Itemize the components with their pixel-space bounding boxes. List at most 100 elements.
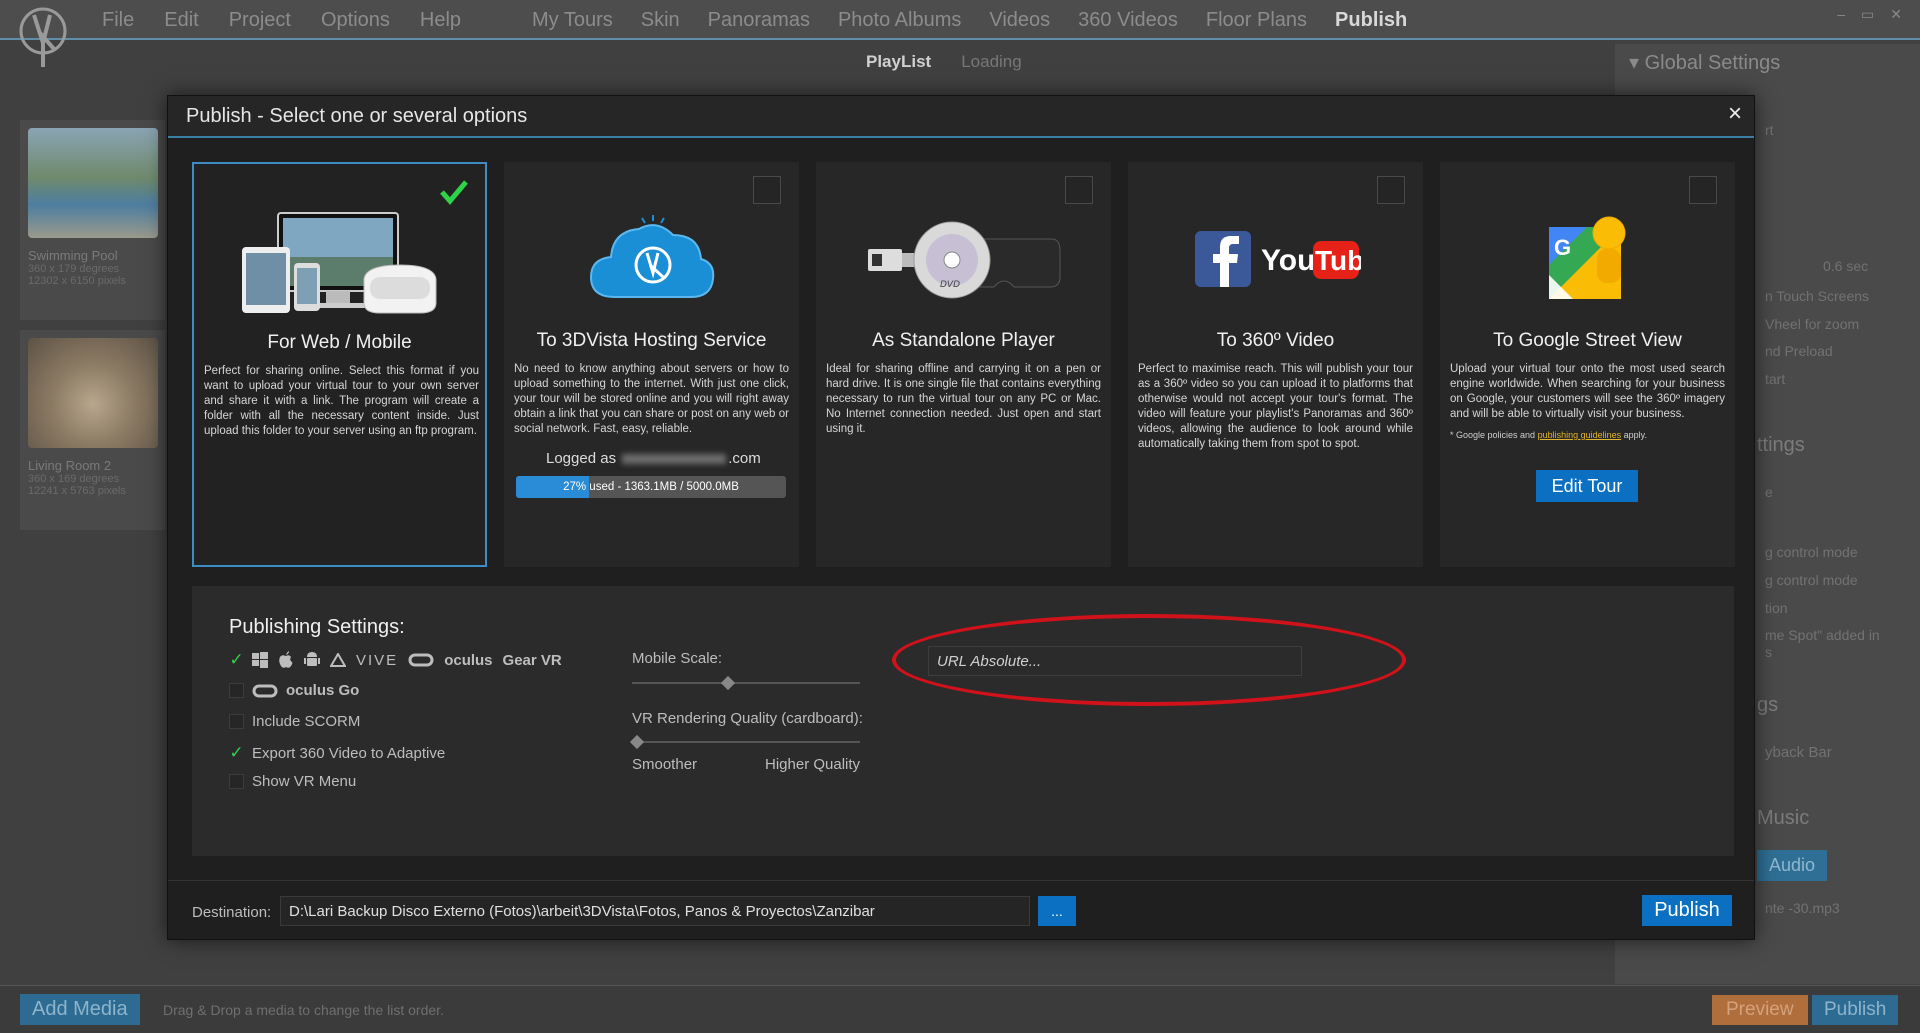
rp-fragment: gs <box>1757 694 1779 716</box>
playlist-item[interactable]: Swimming Pool 360 x 179 degrees 12302 x … <box>20 120 165 320</box>
tab-videos[interactable]: Videos <box>989 9 1050 32</box>
menu-help[interactable]: Help <box>420 9 461 32</box>
svg-text:You: You <box>1261 244 1315 277</box>
section-tabs: My Tours Skin Panoramas Photo Albums Vid… <box>532 0 1407 40</box>
maximize-icon[interactable]: ▭ <box>1861 6 1874 23</box>
menu-edit[interactable]: Edit <box>164 9 198 32</box>
preview-button[interactable]: Preview <box>1712 995 1808 1025</box>
checkbox[interactable] <box>229 683 244 698</box>
google-street-view-icon: G <box>1440 200 1735 320</box>
global-settings-title[interactable]: ▾ Global Settings <box>1629 50 1780 75</box>
vive-brand: VIVE <box>356 651 399 669</box>
checkbox[interactable] <box>229 774 244 789</box>
option-title: As Standalone Player <box>872 330 1055 351</box>
checked-icon[interactable]: ✓ <box>229 743 244 763</box>
logged-as-label: Logged as <box>546 450 617 467</box>
menu-project[interactable]: Project <box>229 9 291 32</box>
rp-fragment: tion <box>1765 600 1788 616</box>
edit-tour-button[interactable]: Edit Tour <box>1536 470 1638 502</box>
option-title: To Google Street View <box>1493 330 1682 351</box>
publishing-guidelines-link[interactable]: publishing guidelines <box>1538 430 1622 440</box>
rp-fragment: e <box>1765 484 1773 500</box>
close-window-icon[interactable]: ✕ <box>1890 6 1902 23</box>
mobile-scale-slider[interactable] <box>632 675 860 691</box>
vive-icon <box>330 653 346 667</box>
svg-text:DVD: DVD <box>940 280 960 290</box>
tab-playlist[interactable]: PlayList <box>866 52 931 72</box>
tab-floor-plans[interactable]: Floor Plans <box>1206 9 1307 32</box>
audio-button[interactable]: Audio <box>1757 850 1828 881</box>
include-scorm-option[interactable]: Include SCORM <box>229 713 360 730</box>
rp-fragment: ttings <box>1757 434 1805 456</box>
playlist-item-degrees: 360 x 169 degrees <box>28 473 120 485</box>
menu-options[interactable]: Options <box>321 9 390 32</box>
minimize-icon[interactable]: – <box>1837 6 1845 23</box>
standalone-media-icon: DVD <box>816 200 1111 320</box>
option-description: Ideal for sharing offline and carrying i… <box>826 363 1101 435</box>
storage-usage-label: 27% used - 1363.1MB / 5000.0MB <box>563 481 739 493</box>
oculus-go-option[interactable]: oculus Go <box>229 682 359 699</box>
option-google-street-view[interactable]: G To Google Street View Upload your virt… <box>1440 162 1735 567</box>
playlist-item[interactable]: Living Room 2 360 x 169 degrees 12241 x … <box>20 330 165 530</box>
rp-fragment: Music <box>1757 807 1810 829</box>
checkbox[interactable] <box>229 714 244 729</box>
dialog-title: Publish - Select one or several options <box>186 105 528 127</box>
android-icon <box>304 652 320 666</box>
option-web-mobile[interactable]: For Web / Mobile Perfect for sharing onl… <box>192 162 487 567</box>
oculus-brand: oculus <box>444 651 493 669</box>
publish-button[interactable]: Publish <box>1642 895 1732 926</box>
option-3dvista-hosting[interactable]: To 3DVista Hosting Service No need to kn… <box>504 162 799 567</box>
checked-icon: ✓ <box>229 650 244 669</box>
browse-button[interactable]: ... <box>1038 896 1076 926</box>
option-standalone-player[interactable]: DVD As Standalone Player Ideal for shari… <box>816 162 1111 567</box>
windows-icon <box>252 652 268 668</box>
playlist-item-pixels: 12302 x 6150 pixels <box>28 275 126 287</box>
url-absolute-input[interactable] <box>928 646 1302 676</box>
svg-text:G: G <box>1554 235 1571 260</box>
menu-file[interactable]: File <box>102 9 134 32</box>
tab-panoramas[interactable]: Panoramas <box>708 9 810 32</box>
platforms-option[interactable]: ✓ VIVE oculus Gear VR <box>229 650 561 670</box>
dialog-header: Publish - Select one or several options … <box>168 96 1754 138</box>
tab-360-videos[interactable]: 360 Videos <box>1078 9 1178 32</box>
destination-input[interactable] <box>280 896 1030 926</box>
close-icon[interactable]: × <box>1728 100 1742 128</box>
higher-quality-label: Higher Quality <box>765 756 861 773</box>
show-vr-menu-option[interactable]: Show VR Menu <box>229 773 356 790</box>
rp-fragment: yback Bar <box>1765 744 1832 761</box>
option-description: Upload your virtual tour onto the most u… <box>1450 363 1725 420</box>
background-publish-button[interactable]: Publish <box>1812 995 1899 1025</box>
rp-fragment: nte -30.mp3 <box>1765 900 1840 916</box>
tab-skin[interactable]: Skin <box>641 9 680 32</box>
slider-handle[interactable] <box>629 734 645 750</box>
tab-loading[interactable]: Loading <box>961 52 1022 72</box>
divider <box>168 880 1754 881</box>
option-360-video[interactable]: You Tube To 360º Video Perfect to maximi… <box>1128 162 1423 567</box>
policy-note-prefix: * Google policies and <box>1450 430 1538 440</box>
add-media-button[interactable]: Add Media <box>20 994 140 1025</box>
oculus-icon <box>252 684 278 697</box>
storage-usage-bar: 27% used - 1363.1MB / 5000.0MB <box>516 476 786 498</box>
vr-quality-label: VR Rendering Quality (cardboard): <box>632 710 863 727</box>
rp-fragment: nd Preload <box>1765 343 1833 359</box>
option-description: Perfect to maximise reach. This will pub… <box>1138 363 1413 450</box>
playlist-item-title: Living Room 2 <box>28 458 112 473</box>
tab-photo-albums[interactable]: Photo Albums <box>838 9 961 32</box>
logged-as-text: Logged as .com <box>546 450 761 467</box>
settings-title: Publishing Settings: <box>229 616 405 638</box>
option-description: No need to know anything about servers o… <box>514 363 789 435</box>
publish-options: For Web / Mobile Perfect for sharing onl… <box>192 162 1735 567</box>
app-logo-icon <box>19 7 67 67</box>
tab-my-tours[interactable]: My Tours <box>532 9 613 32</box>
sub-tabs: PlayList Loading <box>866 52 1022 72</box>
devices-icon <box>194 202 485 322</box>
destination-label: Destination: <box>192 904 272 921</box>
slider-handle[interactable] <box>720 675 735 691</box>
publishing-settings: Publishing Settings: ✓ VIVE oculus Gear … <box>192 586 1734 856</box>
vr-quality-slider[interactable] <box>629 734 860 750</box>
bottom-bar: Add Media Drag & Drop a media to change … <box>0 985 1920 1033</box>
rp-fragment: Vheel for zoom <box>1765 316 1860 332</box>
export-adaptive-option[interactable]: ✓ Export 360 Video to Adaptive <box>229 743 445 763</box>
playlist-item-pixels: 12241 x 5763 pixels <box>28 485 126 497</box>
tab-publish[interactable]: Publish <box>1335 9 1407 32</box>
